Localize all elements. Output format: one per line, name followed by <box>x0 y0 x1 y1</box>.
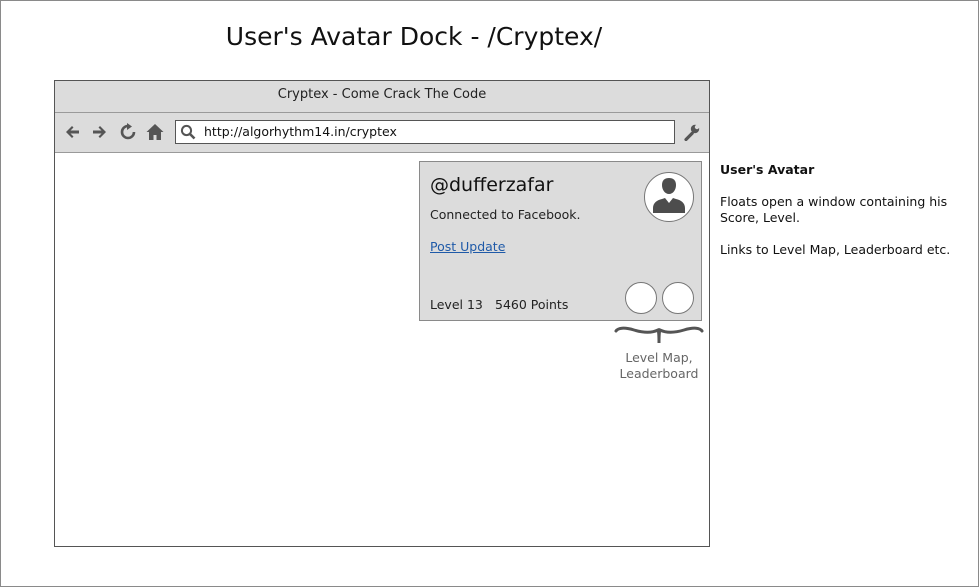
note-line1: Floats open a window containing his Scor… <box>720 194 948 225</box>
wrench-icon[interactable] <box>683 123 701 141</box>
reload-icon[interactable] <box>118 122 138 142</box>
url-bar[interactable]: http://algorhythm14.in/cryptex <box>175 120 675 144</box>
points-text: 5460 Points <box>495 297 569 312</box>
curly-brace-annotation <box>614 326 704 344</box>
page-title: User's Avatar Dock - /Cryptex/ <box>225 22 603 51</box>
user-silhouette-icon <box>653 178 685 213</box>
browser-toolbar: http://algorhythm14.in/cryptex <box>55 113 709 153</box>
home-icon[interactable] <box>145 122 165 142</box>
brace-label-line1: Level Map, <box>625 350 693 365</box>
note-line2: Links to Level Map, Leaderboard etc. <box>720 242 951 257</box>
brace-label-line2: Leaderboard <box>619 366 699 381</box>
brace-label: Level Map, Leaderboard <box>614 350 704 382</box>
leaderboard-button[interactable] <box>662 282 694 314</box>
search-icon <box>180 124 196 140</box>
url-text: http://algorhythm14.in/cryptex <box>204 124 397 139</box>
connection-status: Connected to Facebook. <box>430 207 581 222</box>
level-map-button[interactable] <box>625 282 657 314</box>
browser-titlebar: Cryptex - Come Crack The Code <box>55 81 709 113</box>
forward-icon[interactable] <box>89 122 109 142</box>
post-update-link[interactable]: Post Update <box>430 239 505 254</box>
avatar-dock-panel: @dufferzafar Connected to Facebook. Post… <box>419 161 702 321</box>
avatar[interactable] <box>644 172 694 222</box>
note-title: User's Avatar <box>720 162 815 177</box>
user-handle: @dufferzafar <box>430 174 554 196</box>
level-text: Level 13 <box>430 297 483 312</box>
back-icon[interactable] <box>63 122 83 142</box>
